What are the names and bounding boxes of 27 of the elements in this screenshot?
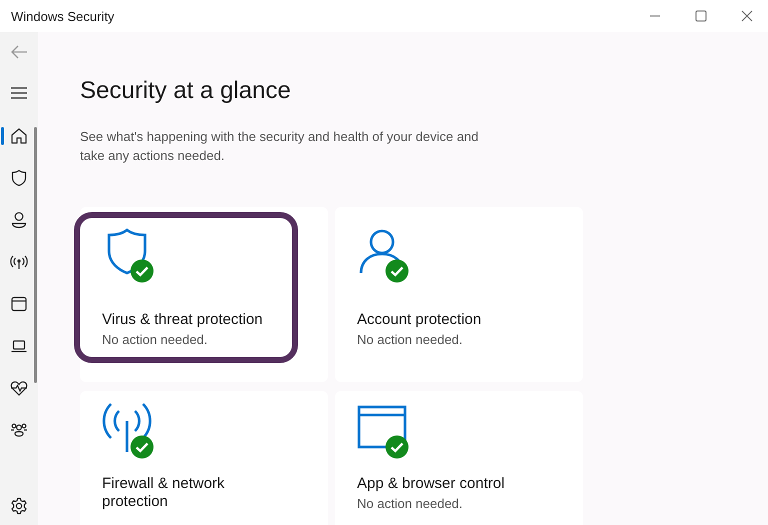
back-icon[interactable] [10, 44, 28, 60]
page-heading: Security at a glance [80, 77, 292, 105]
card-title: Virus & threat protection [102, 311, 264, 329]
card-title: Firewall & network protection [102, 475, 226, 511]
card-status: No action needed. [102, 332, 209, 347]
card-status: No action needed. [357, 496, 464, 511]
settings-icon[interactable] [10, 497, 28, 515]
page-description: See what's happening with the security and health of your device and take any actions needed. [80, 128, 480, 165]
antenna-icon[interactable] [10, 253, 28, 271]
card-title: App & browser control [357, 475, 506, 493]
shield-icon[interactable] [10, 169, 28, 187]
security-card[interactable]: App & browser control No action needed. [335, 391, 583, 525]
maximize-icon[interactable] [695, 10, 707, 22]
card-title: Account protection [357, 311, 482, 329]
antenna-icon [102, 403, 152, 453]
home-icon[interactable] [10, 127, 28, 145]
heart-pulse-icon[interactable] [10, 379, 28, 397]
menu-icon[interactable] [10, 86, 28, 100]
security-card[interactable]: Firewall & network protection [80, 391, 328, 525]
security-card[interactable]: Account protection No action needed. [335, 207, 583, 382]
scrollbar[interactable] [34, 127, 37, 383]
person-icon[interactable] [10, 211, 28, 229]
window-title: Windows Security [11, 8, 114, 24]
card-status: No action needed. [357, 332, 464, 347]
close-icon[interactable] [741, 10, 753, 22]
window-icon[interactable] [10, 295, 28, 313]
people-icon[interactable] [10, 421, 28, 439]
